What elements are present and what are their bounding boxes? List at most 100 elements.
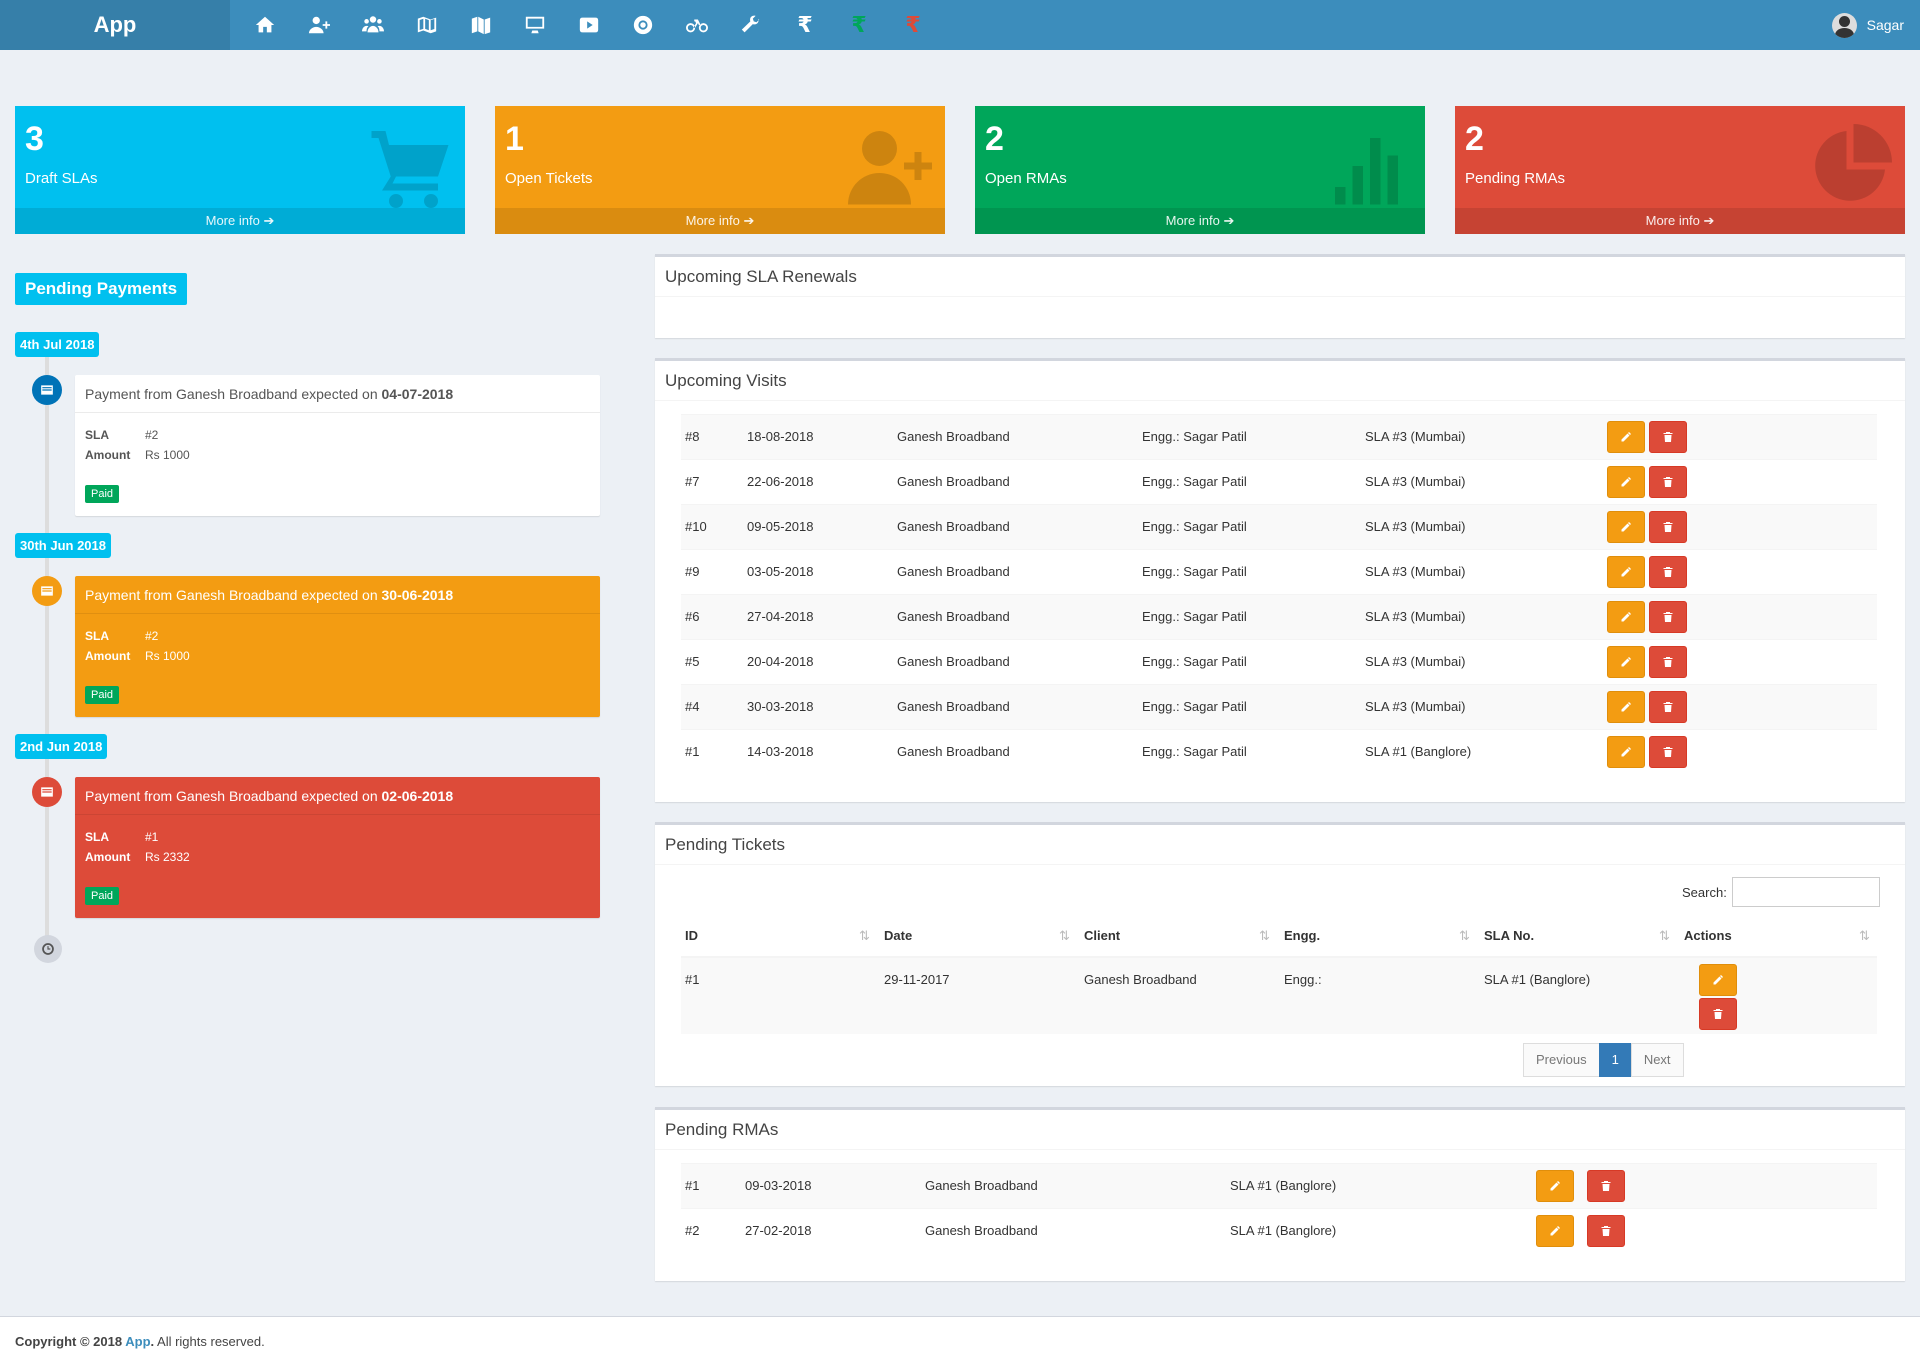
visit-date: 03-05-2018 bbox=[747, 564, 814, 579]
stat-label: Pending RMAs bbox=[1465, 170, 1566, 187]
box-title: Pending Tickets bbox=[655, 825, 1905, 865]
visit-id: #1 bbox=[685, 744, 700, 759]
edit-button[interactable] bbox=[1607, 466, 1645, 498]
visit-engineer: Engg.: Sagar Patil bbox=[1142, 564, 1247, 579]
edit-button[interactable] bbox=[1607, 691, 1645, 723]
edit-button[interactable] bbox=[1536, 1170, 1574, 1202]
delete-button[interactable] bbox=[1649, 511, 1687, 543]
edit-button[interactable] bbox=[1607, 646, 1645, 678]
avatar bbox=[1831, 12, 1857, 38]
home-icon[interactable] bbox=[238, 0, 292, 50]
payment-expected-date: 30-06-2018 bbox=[381, 587, 454, 603]
edit-button[interactable] bbox=[1607, 421, 1645, 453]
column-header-client[interactable]: Client bbox=[1084, 928, 1120, 943]
visit-engineer: Engg.: Sagar Patil bbox=[1142, 474, 1247, 489]
edit-button[interactable] bbox=[1607, 601, 1645, 633]
visit-client: Ganesh Broadband bbox=[897, 699, 1010, 714]
delete-button[interactable] bbox=[1649, 736, 1687, 768]
arrow-circle-right-icon: ➔ bbox=[263, 213, 275, 228]
footer: Copyright © 2018 App. All rights reserve… bbox=[0, 1316, 1920, 1367]
map-outline-icon[interactable] bbox=[400, 0, 454, 50]
rma-sla: SLA #1 (Banglore) bbox=[1230, 1223, 1337, 1238]
trash-icon bbox=[1663, 747, 1673, 757]
trash-icon bbox=[1663, 432, 1673, 442]
column-header-date[interactable]: Date bbox=[884, 928, 912, 943]
edit-button[interactable] bbox=[1607, 736, 1645, 768]
pagination-page-1[interactable]: 1 bbox=[1598, 1043, 1632, 1077]
delete-button[interactable] bbox=[1649, 601, 1687, 633]
edit-button[interactable] bbox=[1699, 964, 1737, 996]
amount-value: Rs 1000 bbox=[145, 448, 190, 462]
payment-expected-date: 02-06-2018 bbox=[381, 788, 454, 804]
rupee-green-icon[interactable]: ₹ bbox=[832, 0, 886, 50]
pencil-icon bbox=[1621, 567, 1631, 577]
more-info-link[interactable]: More info ➔ bbox=[15, 208, 465, 234]
trash-icon bbox=[1601, 1226, 1611, 1236]
more-info-label: More info bbox=[685, 213, 740, 228]
sort-asc-icon[interactable]: ⇅ bbox=[859, 928, 870, 944]
visit-client: Ganesh Broadband bbox=[897, 474, 1010, 489]
column-header-actions[interactable]: Actions bbox=[1684, 928, 1732, 943]
map-icon[interactable] bbox=[454, 0, 508, 50]
more-info-link[interactable]: More info ➔ bbox=[975, 208, 1425, 234]
delete-button[interactable] bbox=[1587, 1215, 1625, 1247]
rupee-red-icon[interactable]: ₹ bbox=[886, 0, 940, 50]
sort-icon[interactable]: ⇅ bbox=[1459, 928, 1470, 944]
footer-app-link[interactable]: App bbox=[125, 1334, 150, 1349]
edit-button[interactable] bbox=[1607, 511, 1645, 543]
wrench-icon[interactable] bbox=[724, 0, 778, 50]
delete-button[interactable] bbox=[1649, 466, 1687, 498]
pagination-previous[interactable]: Previous bbox=[1523, 1043, 1600, 1077]
pie-chart-icon bbox=[1805, 124, 1895, 208]
user-plus-icon[interactable] bbox=[292, 0, 346, 50]
arrow-circle-right-icon: ➔ bbox=[743, 213, 755, 228]
visit-sla: SLA #3 (Mumbai) bbox=[1365, 429, 1466, 444]
envelope-icon bbox=[32, 576, 62, 606]
clock-icon bbox=[34, 935, 62, 963]
delete-button[interactable] bbox=[1587, 1170, 1625, 1202]
timeline-date-label: 2nd Jun 2018 bbox=[15, 734, 108, 759]
search-input[interactable] bbox=[1732, 877, 1880, 907]
pencil-icon bbox=[1621, 657, 1631, 667]
pagination-next[interactable]: Next bbox=[1630, 1043, 1684, 1077]
delete-button[interactable] bbox=[1649, 421, 1687, 453]
brand-logo[interactable]: App bbox=[0, 0, 230, 50]
search-label: Search: bbox=[1682, 885, 1727, 900]
youtube-icon[interactable] bbox=[562, 0, 616, 50]
stat-label: Open Tickets bbox=[505, 170, 593, 187]
pending-rmas-box: Pending RMAs #1 09-03-2018 Ganesh Broadban… bbox=[655, 1107, 1905, 1281]
payment-text: Payment from Ganesh Broadband expected o… bbox=[85, 587, 382, 603]
pencil-icon bbox=[1550, 1181, 1560, 1191]
pencil-icon bbox=[1621, 522, 1631, 532]
visit-date: 22-06-2018 bbox=[747, 474, 814, 489]
more-info-link[interactable]: More info ➔ bbox=[1455, 208, 1905, 234]
sort-icon[interactable]: ⇅ bbox=[1259, 928, 1270, 944]
edit-button[interactable] bbox=[1607, 556, 1645, 588]
sla-label: SLA bbox=[85, 629, 109, 643]
life-ring-icon[interactable] bbox=[616, 0, 670, 50]
delete-button[interactable] bbox=[1649, 556, 1687, 588]
column-header-sla-no[interactable]: SLA No. bbox=[1484, 928, 1534, 943]
edit-button[interactable] bbox=[1536, 1215, 1574, 1247]
column-header-engg[interactable]: Engg. bbox=[1284, 928, 1320, 943]
delete-button[interactable] bbox=[1649, 691, 1687, 723]
more-info-link[interactable]: More info ➔ bbox=[495, 208, 945, 234]
delete-button[interactable] bbox=[1699, 998, 1737, 1030]
delete-button[interactable] bbox=[1649, 646, 1687, 678]
trash-icon bbox=[1663, 612, 1673, 622]
user-menu[interactable]: Sagar bbox=[1831, 0, 1904, 50]
footer-rights: All rights reserved. bbox=[154, 1334, 265, 1349]
rupee-icon[interactable]: ₹ bbox=[778, 0, 832, 50]
sort-icon[interactable]: ⇅ bbox=[1659, 928, 1670, 944]
users-icon[interactable] bbox=[346, 0, 400, 50]
sort-icon[interactable]: ⇅ bbox=[1859, 928, 1870, 944]
pencil-icon bbox=[1621, 432, 1631, 442]
desktop-icon[interactable] bbox=[508, 0, 562, 50]
ticket-id: #1 bbox=[685, 972, 700, 987]
sort-icon[interactable]: ⇅ bbox=[1059, 928, 1070, 944]
column-header-id[interactable]: ID bbox=[685, 928, 698, 943]
payment-expected-date: 04-07-2018 bbox=[381, 386, 454, 402]
envelope-icon bbox=[32, 777, 62, 807]
bicycle-icon[interactable] bbox=[670, 0, 724, 50]
table-row: #5 20-04-2018 Ganesh Broadband Engg.: Sagar… bbox=[681, 639, 1877, 684]
